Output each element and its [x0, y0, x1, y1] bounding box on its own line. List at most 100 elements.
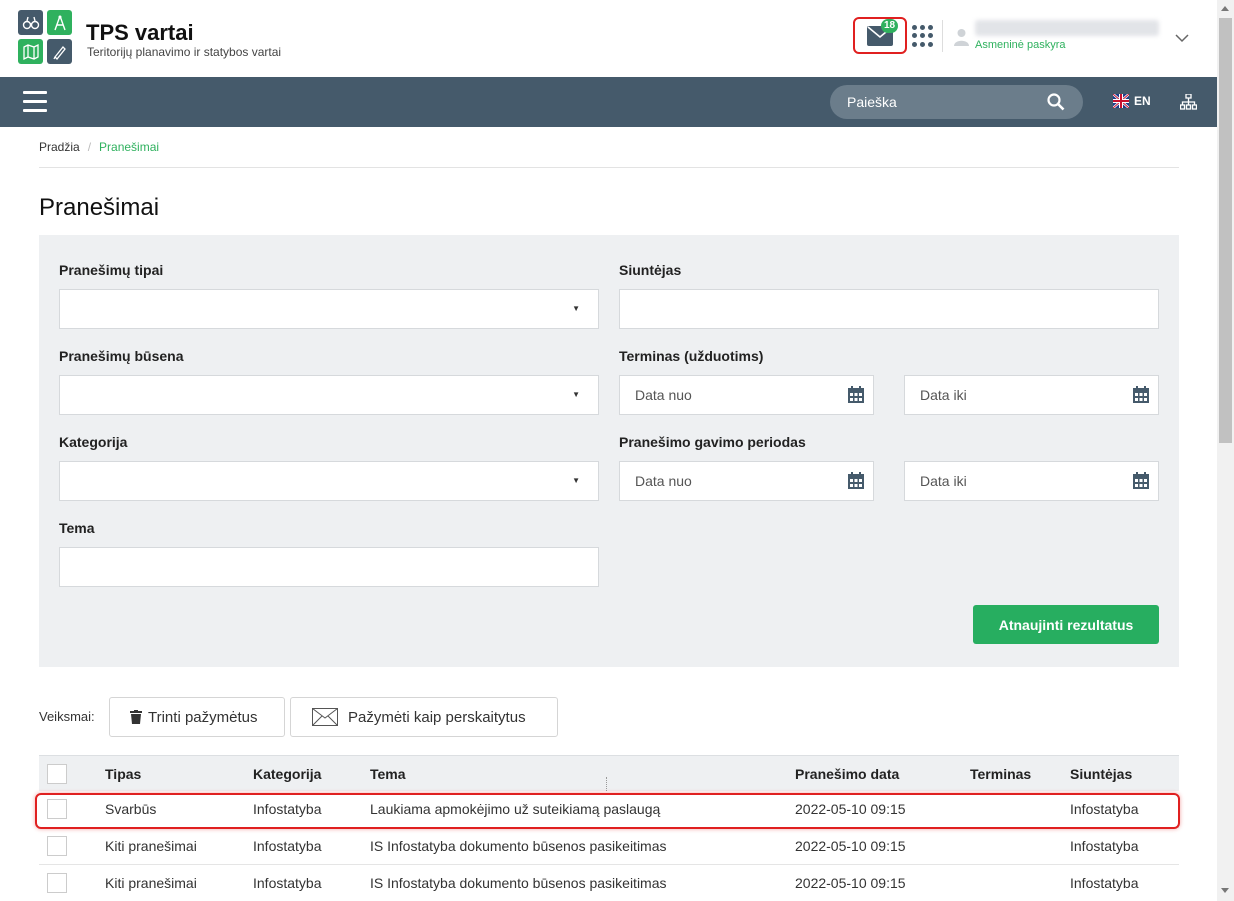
category-select[interactable]: ▼ [59, 461, 599, 501]
apps-grid-icon[interactable] [912, 25, 934, 47]
header-divider [942, 20, 943, 52]
scroll-thumb[interactable] [1219, 18, 1232, 443]
page-scrollbar[interactable] [1217, 0, 1234, 901]
breadcrumb-separator: / [87, 140, 92, 154]
column-topic[interactable]: Tema [370, 766, 406, 782]
cell-type: Svarbūs [105, 801, 157, 817]
refresh-results-button[interactable]: Atnaujinti rezultatus [973, 605, 1159, 644]
language-code: EN [1134, 94, 1151, 108]
unread-count-badge: 18 [881, 19, 899, 33]
breadcrumb-home[interactable]: Pradžia [39, 140, 80, 154]
dropdown-caret-icon: ▼ [572, 476, 580, 485]
account-link[interactable]: Asmeninė paskyra [975, 39, 1066, 51]
column-sender[interactable]: Siuntėjas [1070, 766, 1132, 782]
cell-sender: Infostatyba [1070, 838, 1139, 854]
cell-topic[interactable]: Laukiama apmokėjimo už suteikiamą paslau… [370, 801, 660, 817]
column-deadline[interactable]: Terminas [970, 766, 1031, 782]
cell-category: Infostatyba [253, 875, 322, 891]
compass-icon [47, 10, 72, 35]
calendar-icon[interactable] [1132, 472, 1150, 490]
calendar-icon[interactable] [1132, 386, 1150, 404]
actions-label: Veiksmai: [39, 709, 95, 724]
language-switcher[interactable]: EN [1113, 94, 1151, 108]
table-row[interactable]: Kiti pranešimai Infostatyba IS Infostaty… [39, 828, 1179, 865]
cell-topic[interactable]: IS Infostatyba dokumento būsenos pasikei… [370, 875, 667, 891]
deadline-to-input[interactable]: Data iki [904, 375, 1159, 415]
search-input[interactable]: Paieška [830, 85, 1083, 119]
sender-label: Siuntėjas [619, 262, 682, 278]
trash-icon [130, 710, 142, 724]
menu-icon[interactable] [23, 91, 47, 113]
cell-sender: Infostatyba [1070, 875, 1139, 891]
mark-read-button[interactable]: Pažymėti kaip perskaitytus [290, 697, 558, 737]
cell-date: 2022-05-10 09:15 [795, 838, 906, 854]
row-checkbox[interactable] [47, 836, 67, 856]
column-type[interactable]: Tipas [105, 766, 141, 782]
sender-input[interactable] [619, 289, 1159, 329]
main-navbar: Paieška EN [0, 77, 1217, 127]
table-header: Tipas Kategorija Tema Pranešimo data Ter… [39, 755, 1179, 791]
delete-selected-button[interactable]: Trinti pažymėtus [109, 697, 285, 737]
topic-input[interactable] [59, 547, 599, 587]
received-from-placeholder: Data nuo [635, 473, 692, 489]
scroll-down-arrow[interactable] [1221, 888, 1229, 893]
received-from-input[interactable]: Data nuo [619, 461, 874, 501]
filter-panel: Pranešimų tipai ▼ Siuntėjas Pranešimų bū… [39, 235, 1179, 667]
pen-icon [47, 39, 72, 64]
topic-label: Tema [59, 520, 95, 536]
uk-flag-icon [1113, 94, 1129, 108]
sitemap-icon[interactable] [1180, 94, 1197, 110]
select-all-checkbox[interactable] [47, 764, 67, 784]
column-resize-handle[interactable] [606, 777, 607, 791]
app-logo[interactable] [18, 10, 72, 64]
page-title: Pranešimai [39, 194, 160, 221]
app-title: TPS vartai [86, 20, 194, 45]
row-checkbox[interactable] [47, 873, 67, 893]
scroll-up-arrow[interactable] [1221, 6, 1229, 11]
deadline-to-placeholder: Data iki [920, 387, 967, 403]
status-select[interactable]: ▼ [59, 375, 599, 415]
deadline-from-placeholder: Data nuo [635, 387, 692, 403]
cell-sender: Infostatyba [1070, 801, 1139, 817]
dropdown-caret-icon: ▼ [572, 390, 580, 399]
row-checkbox[interactable] [47, 799, 67, 819]
messages-button[interactable]: 18 [853, 17, 907, 54]
deadline-from-input[interactable]: Data nuo [619, 375, 874, 415]
status-label: Pranešimų būsena [59, 348, 184, 364]
breadcrumb-divider [39, 167, 1179, 168]
search-placeholder: Paieška [847, 94, 897, 110]
cell-type: Kiti pranešimai [105, 838, 197, 854]
received-period-label: Pranešimo gavimo periodas [619, 434, 806, 450]
search-icon[interactable] [1047, 93, 1065, 111]
types-select[interactable]: ▼ [59, 289, 599, 329]
breadcrumb: Pradžia / Pranešimai [39, 140, 159, 154]
table-row[interactable]: Kiti pranešimai Infostatyba IS Infostaty… [39, 865, 1179, 901]
cell-type: Kiti pranešimai [105, 875, 197, 891]
types-label: Pranešimų tipai [59, 262, 164, 278]
binoculars-icon [18, 10, 43, 35]
user-name-blurred [975, 20, 1159, 36]
received-to-placeholder: Data iki [920, 473, 967, 489]
calendar-icon[interactable] [847, 472, 865, 490]
table-row[interactable]: Svarbūs Infostatyba Laukiama apmokėjimo … [39, 791, 1179, 828]
category-label: Kategorija [59, 434, 128, 450]
mark-read-label: Pažymėti kaip perskaitytus [348, 708, 526, 726]
column-category[interactable]: Kategorija [253, 766, 321, 782]
breadcrumb-current: Pranešimai [99, 140, 160, 154]
envelope-outline-icon [312, 708, 338, 726]
cell-category: Infostatyba [253, 838, 322, 854]
user-icon [954, 29, 969, 46]
chevron-down-icon[interactable] [1175, 30, 1189, 46]
app-subtitle: Teritorijų planavimo ir statybos vartai [87, 45, 282, 59]
cell-date: 2022-05-10 09:15 [795, 875, 906, 891]
column-date[interactable]: Pranešimo data [795, 766, 899, 782]
delete-selected-label: Trinti pažymėtus [148, 708, 258, 726]
received-to-input[interactable]: Data iki [904, 461, 1159, 501]
top-header: TPS vartai Teritorijų planavimo ir staty… [0, 0, 1217, 77]
calendar-icon[interactable] [847, 386, 865, 404]
dropdown-caret-icon: ▼ [572, 304, 580, 313]
deadline-label: Terminas (užduotims) [619, 348, 764, 364]
cell-topic[interactable]: IS Infostatyba dokumento būsenos pasikei… [370, 838, 667, 854]
cell-date: 2022-05-10 09:15 [795, 801, 906, 817]
cell-category: Infostatyba [253, 801, 322, 817]
